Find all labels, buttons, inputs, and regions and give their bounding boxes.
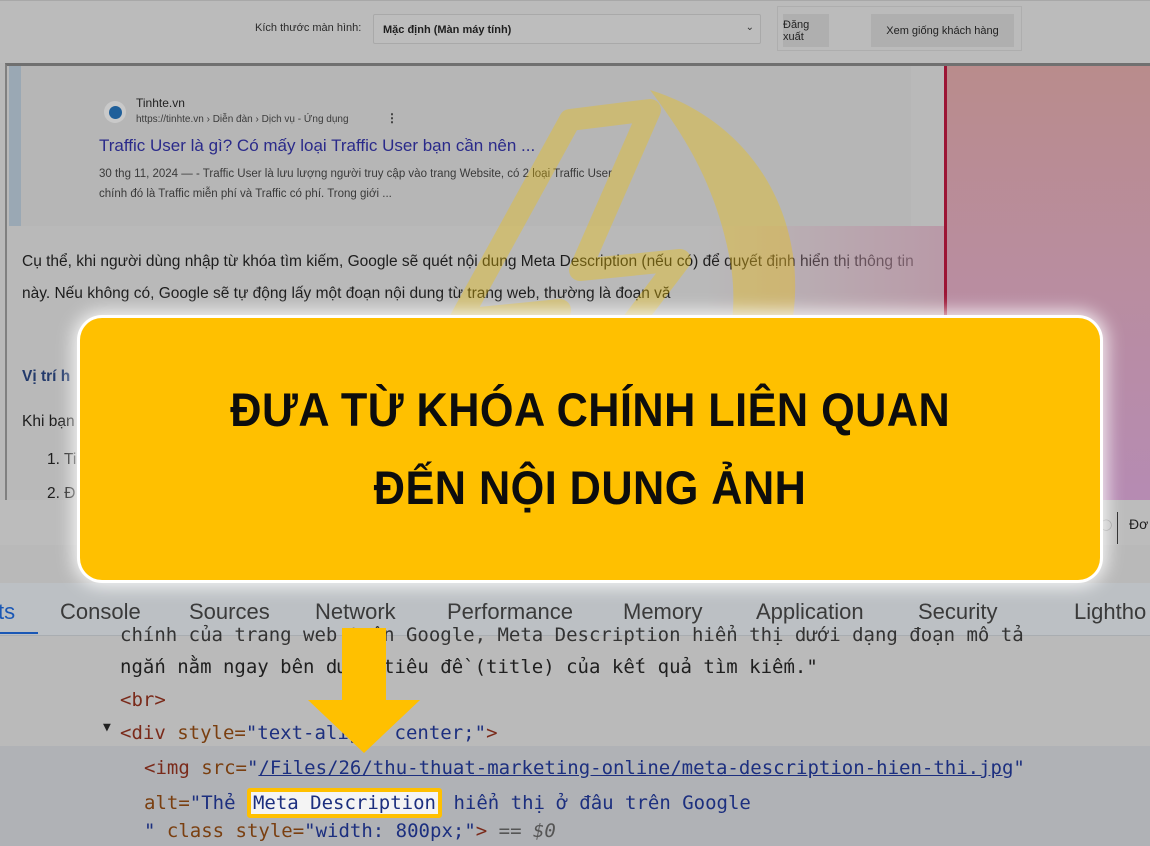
serp-site-name: Tinhte.vn [136,96,185,110]
attr-name: style= [165,722,246,744]
tab-lighthouse[interactable]: Lightho [1074,599,1146,625]
serp-snippet-line-1: 30 thg 11, 2024 — - Traffic User là lưu … [99,168,612,180]
quote: " [1013,757,1025,779]
serp-snippet: 30 thg 11, 2024 — - Traffic User là lưu … [99,164,719,204]
tag-close: > [486,722,498,744]
site-favicon-icon [104,101,126,123]
title-banner: ĐƯA TỪ KHÓA CHÍNH LIÊN QUAN ĐẾN NỘI DUNG… [80,318,1100,580]
tab-application[interactable]: Application [756,599,864,625]
tag-name: <img [144,757,190,779]
serp-title-link[interactable]: Traffic User là gì? Có mấy loại Traffic … [99,136,535,156]
footer-text-cut: Đơ [1129,516,1149,532]
tag-close: > [475,820,488,842]
banner-line-1: ĐƯA TỪ KHÓA CHÍNH LIÊN QUAN [230,383,950,436]
down-arrow-icon [308,628,420,753]
article-paragraph: Khi bạn [22,413,75,430]
screen-size-label: Kích thước màn hình: [255,22,362,34]
code-line: chính của trang web trên Google, Meta De… [120,624,1024,646]
google-result-screenshot: Tinhte.vn https://tinhte.vn › Diễn đàn ›… [21,66,911,226]
customer-preview-button[interactable]: Xem giống khách hàng [871,14,1014,47]
admin-toolbar: Kích thước màn hình: Mặc định (Màn máy t… [0,0,1150,63]
divider [1117,512,1118,544]
attr-value: "Thẻ [189,792,247,814]
serp-breadcrumb-url: https://tinhte.vn › Diễn đàn › Dịch vụ -… [136,114,349,125]
chevron-down-icon: ⌄ [745,22,754,33]
article-heading: Vị trí h [22,368,71,385]
more-options-icon: ⋮ [386,111,398,125]
quote: " [246,757,259,779]
tab-security[interactable]: Security [918,599,997,625]
action-button-group: Đăng xuất Xem giống khách hàng [777,6,1022,51]
tab-network[interactable]: Network [315,599,396,625]
code-line-alt: alt="Thẻ Meta Description hiển thị ở đâu… [144,788,751,818]
tab-sources[interactable]: Sources [189,599,270,625]
code-line-br[interactable]: <br> [120,689,166,711]
active-tab-indicator [0,632,38,634]
attr-name: src= [189,757,247,779]
console-ref-eq: == [487,820,533,842]
code-line: ngắn nằm ngay bên dưới tiêu đề (title) c… [120,656,818,678]
attr-value: hiển thị ở đâu trên Google [442,792,751,814]
meta-description-highlight: Meta Description [246,788,442,818]
tab-memory[interactable]: Memory [623,599,702,625]
attr-name: class style= [166,820,305,842]
small-icon: ◯ [1100,519,1113,531]
attr-value: "width: 800px;" [304,820,476,842]
tab-performance[interactable]: Performance [447,599,573,625]
list-item: 1. Ti [47,451,77,468]
code-line-class: " class style="width: 800px;"> == $0 [144,820,556,842]
code-line-img[interactable]: <img src="/Files/26/thu-thuat-marketing-… [144,757,1025,779]
tab-console[interactable]: Console [60,599,141,625]
logout-button[interactable]: Đăng xuất [783,14,829,47]
quote: " [144,820,167,842]
banner-line-2: ĐẾN NỘI DUNG ẢNH [373,461,807,514]
serp-snippet-line-2: chính đó là Traffic miễn phí và Traffic … [99,188,392,200]
elements-panel-dom-tree: chính của trang web trên Google, Meta De… [0,624,1150,846]
tab-elements[interactable]: ts [0,599,15,625]
attr-name: alt= [144,792,190,814]
tag-name: <div [120,722,166,744]
expand-triangle-icon[interactable]: ▼ [103,720,111,735]
screen-size-select[interactable]: Mặc định (Màn máy tính) ⌄ [373,14,761,44]
img-src-link[interactable]: /Files/26/thu-thuat-marketing-online/met… [258,757,1013,779]
console-ref: $0 [532,820,556,842]
screen-size-value: Mặc định (Màn máy tính) [383,24,512,36]
